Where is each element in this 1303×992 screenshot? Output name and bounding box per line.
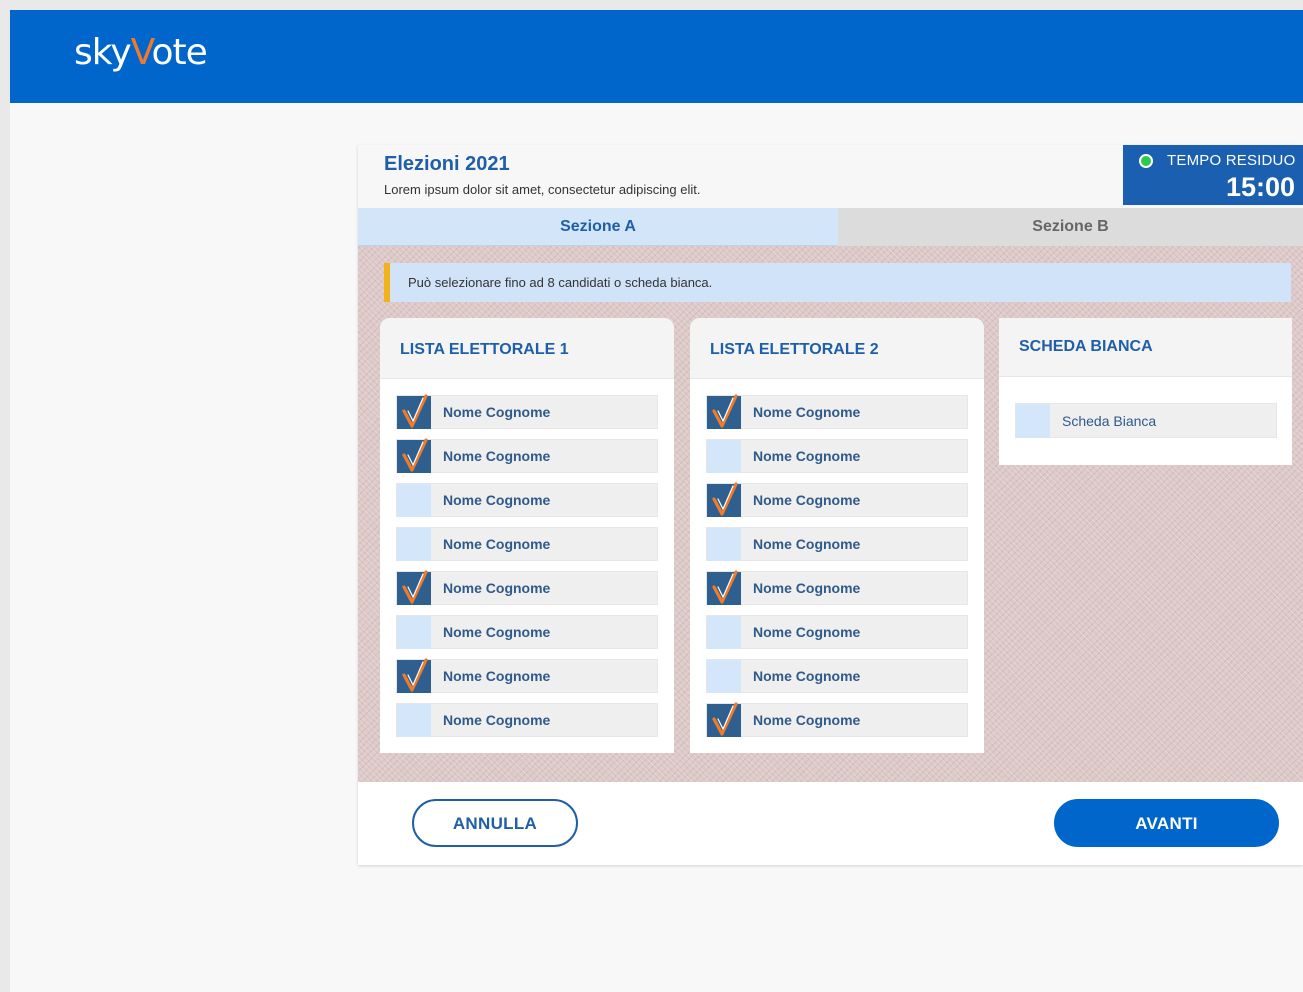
checkmark-icon	[712, 482, 738, 516]
ballot-card: Elezioni 2021 Lorem ipsum dolor sit amet…	[358, 145, 1303, 865]
candidate-row[interactable]: Nome Cognome	[396, 394, 658, 429]
tab-sezione-a[interactable]: Sezione A	[358, 208, 838, 246]
candidate-list: Nome Cognome Nome Cognome Nome Cognome Nome…	[690, 379, 984, 753]
candidate-name: Nome Cognome	[443, 448, 551, 464]
candidate-name: Nome Cognome	[443, 624, 551, 640]
candidate-row[interactable]: Nome Cognome	[396, 658, 658, 693]
candidate-row[interactable]: Nome Cognome	[396, 703, 658, 737]
candidate-row[interactable]: Nome Cognome	[706, 527, 968, 561]
app-window: skyVote Elezioni 2021 Lorem ipsum dolor …	[10, 10, 1303, 992]
candidate-list: Nome Cognome Nome Cognome Nome Cognome Nome…	[380, 379, 674, 753]
timer-label: TEMPO RESIDUO	[1167, 152, 1296, 169]
candidate-name: Nome Cognome	[753, 668, 861, 684]
candidate-name: Nome Cognome	[443, 580, 551, 596]
selection-notice: Può selezionare fino ad 8 candidati o sc…	[384, 263, 1291, 302]
candidate-row[interactable]: Nome Cognome	[706, 570, 968, 605]
tab-sezione-b[interactable]: Sezione B	[838, 208, 1303, 246]
checkbox[interactable]	[397, 438, 431, 473]
election-title: Elezioni 2021	[384, 153, 510, 175]
candidate-row[interactable]: Nome Cognome	[396, 438, 658, 473]
skyvote-logo: skyVote	[74, 28, 208, 78]
timer-value: 15:00	[1225, 172, 1295, 202]
time-remaining-panel: TEMPO RESIDUO 15:00	[1123, 145, 1303, 205]
checkbox[interactable]	[1016, 404, 1050, 438]
checkbox[interactable]	[397, 658, 431, 693]
candidate-row[interactable]: Nome Cognome	[396, 570, 658, 605]
checkbox[interactable]	[707, 440, 741, 473]
checkbox[interactable]	[397, 704, 431, 737]
checkbox[interactable]	[707, 616, 741, 649]
candidate-row[interactable]: Nome Cognome	[706, 394, 968, 429]
electoral-list-2: LISTA ELETTORALE 2 Nome Cognome Nome Cogn…	[690, 318, 984, 753]
candidate-name: Nome Cognome	[753, 404, 861, 420]
candidate-name: Nome Cognome	[443, 492, 551, 508]
checkbox[interactable]	[707, 528, 741, 561]
candidate-name: Nome Cognome	[443, 404, 551, 420]
status-dot-icon	[1139, 154, 1153, 168]
checkmark-icon	[402, 570, 428, 604]
checkbox[interactable]	[707, 394, 741, 429]
candidate-name: Nome Cognome	[443, 668, 551, 684]
checkbox[interactable]	[707, 702, 741, 737]
checkbox[interactable]	[397, 528, 431, 561]
candidate-name: Nome Cognome	[753, 712, 861, 728]
candidate-row[interactable]: Nome Cognome	[396, 615, 658, 649]
checkbox[interactable]	[397, 394, 431, 429]
section-tabs: Sezione A Sezione B	[358, 208, 1303, 246]
candidate-row[interactable]: Nome Cognome	[396, 483, 658, 517]
checkmark-icon	[402, 394, 428, 428]
candidate-row[interactable]: Nome Cognome	[396, 527, 658, 561]
checkbox[interactable]	[707, 570, 741, 605]
candidate-row[interactable]: Nome Cognome	[706, 615, 968, 649]
candidate-name: Nome Cognome	[443, 712, 551, 728]
checkbox[interactable]	[397, 484, 431, 517]
candidate-row[interactable]: Nome Cognome	[706, 659, 968, 693]
checkmark-icon	[712, 702, 738, 736]
candidate-name: Nome Cognome	[753, 624, 861, 640]
blank-ballot-card: SCHEDA BIANCA Scheda Bianca	[999, 318, 1292, 465]
checkmark-icon	[402, 658, 428, 692]
candidate-name: Nome Cognome	[753, 492, 861, 508]
logo-accent: V	[130, 32, 153, 73]
checkbox[interactable]	[707, 660, 741, 693]
cancel-button[interactable]: ANNULLA	[412, 799, 578, 847]
candidate-name: Nome Cognome	[753, 536, 861, 552]
candidate-row[interactable]: Nome Cognome	[706, 482, 968, 517]
checkbox[interactable]	[707, 482, 741, 517]
candidate-row[interactable]: Nome Cognome	[706, 702, 968, 737]
ballot-header: Elezioni 2021 Lorem ipsum dolor sit amet…	[358, 145, 1303, 209]
list-title: LISTA ELETTORALE 1	[380, 318, 674, 379]
election-subtitle: Lorem ipsum dolor sit amet, consectetur …	[384, 182, 701, 197]
next-button[interactable]: AVANTI	[1054, 799, 1279, 847]
action-bar: ANNULLA AVANTI	[358, 782, 1303, 865]
candidate-name: Nome Cognome	[753, 580, 861, 596]
ballot-area: Può selezionare fino ad 8 candidati o sc…	[358, 246, 1303, 782]
blank-ballot-label: Scheda Bianca	[1062, 413, 1157, 429]
checkmark-icon	[402, 438, 428, 472]
candidate-name: Nome Cognome	[443, 536, 551, 552]
checkbox[interactable]	[397, 616, 431, 649]
electoral-list-1: LISTA ELETTORALE 1 Nome Cognome Nome Cogn…	[380, 318, 674, 753]
checkbox[interactable]	[397, 570, 431, 605]
blank-ballot-option[interactable]: Scheda Bianca	[1015, 403, 1277, 438]
candidate-row[interactable]: Nome Cognome	[706, 439, 968, 473]
list-title: LISTA ELETTORALE 2	[690, 318, 984, 379]
logo-pre: sky	[74, 32, 132, 73]
checkmark-icon	[712, 570, 738, 604]
top-bar: skyVote	[10, 10, 1303, 103]
checkmark-icon	[712, 394, 738, 428]
candidate-name: Nome Cognome	[753, 448, 861, 464]
blank-ballot-title: SCHEDA BIANCA	[999, 318, 1292, 377]
logo-post: ote	[151, 32, 207, 73]
